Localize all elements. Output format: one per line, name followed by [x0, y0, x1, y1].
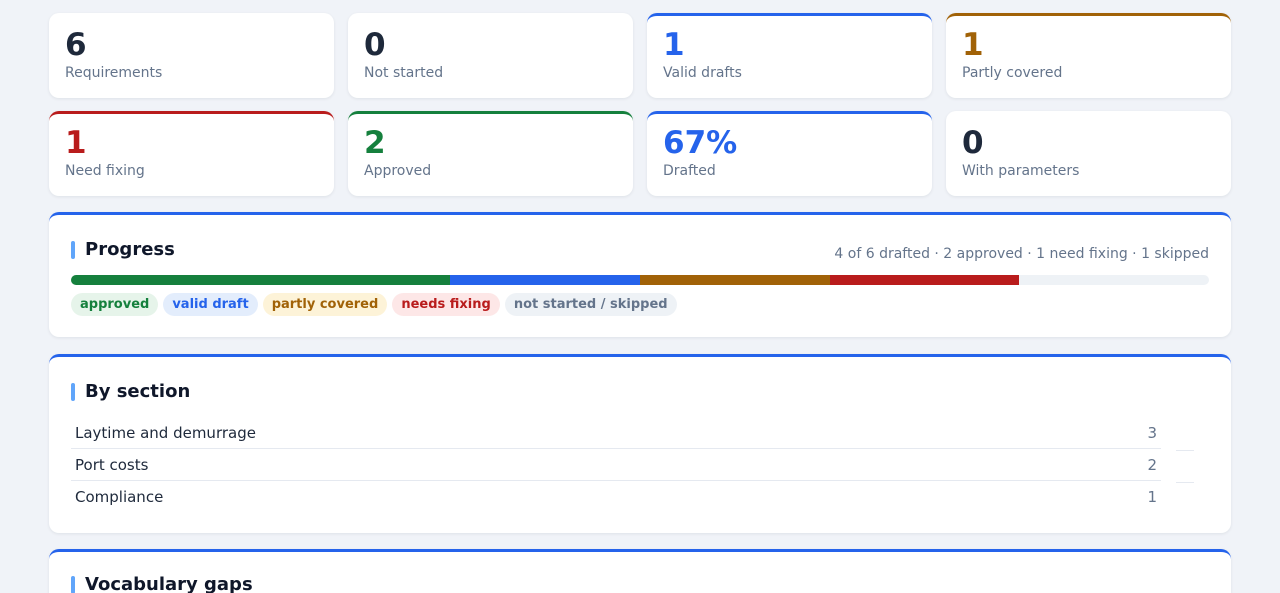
stat-value: 0: [962, 125, 984, 161]
vocabulary-gaps-title: Vocabulary gaps: [71, 574, 253, 593]
stat-label: Approved: [364, 163, 432, 179]
stat-value: 67%: [663, 125, 738, 161]
stat-label: Need fixing: [65, 163, 145, 179]
status-legend: approved valid draft partly covered needs f…: [71, 293, 677, 316]
progress-segment-approved: [71, 275, 451, 285]
stats-grid: 6 Requirements 0 Not started 1 Valid dra…: [49, 13, 1231, 196]
stat-with-parameters: 0 With parameters: [946, 111, 1231, 196]
progress-card: Progress 4 of 6 drafted · 2 approved · 1…: [49, 212, 1231, 337]
stat-label: Drafted: [663, 163, 716, 179]
stat-value: 1: [962, 27, 984, 63]
progress-title: Progress: [71, 239, 175, 260]
section-count: 3: [1147, 423, 1157, 442]
vocabulary-gaps-card: Vocabulary gaps: [49, 549, 1231, 593]
row-divider: [1176, 450, 1194, 451]
stat-value: 0: [364, 27, 386, 63]
section-list: Laytime and demurrage 3 Port costs 2 Com…: [71, 417, 1161, 513]
stat-not-started: 0 Not started: [348, 13, 633, 98]
progress-segment-partly-covered: [639, 275, 830, 285]
stat-need-fixing: 1 Need fixing: [49, 111, 334, 196]
stat-label: Partly covered: [962, 65, 1063, 81]
legend-pill: approved: [71, 293, 159, 316]
section-row[interactable]: Port costs 2: [71, 449, 1161, 481]
legend-pill: partly covered: [262, 293, 388, 316]
progress-summary: 4 of 6 drafted · 2 approved · 1 need fix…: [834, 246, 1209, 262]
row-divider: [1176, 482, 1194, 483]
section-row[interactable]: Compliance 1: [71, 481, 1161, 513]
section-name: Laytime and demurrage: [75, 423, 256, 442]
stat-requirements: 6 Requirements: [49, 13, 334, 98]
stat-label: Not started: [364, 65, 444, 81]
section-count: 2: [1147, 455, 1157, 474]
section-name: Compliance: [75, 488, 164, 506]
section-name: Port costs: [75, 455, 149, 474]
stat-approved: 2 Approved: [348, 111, 633, 196]
progress-bar: [71, 275, 1209, 285]
stat-value: 2: [364, 125, 386, 161]
stat-label: With parameters: [962, 163, 1080, 179]
progress-segment-valid-draft: [450, 275, 640, 285]
section-row[interactable]: Laytime and demurrage 3: [71, 417, 1161, 449]
stat-label: Requirements: [65, 65, 163, 81]
stat-drafted: 67% Drafted: [647, 111, 932, 196]
stat-label: Valid drafts: [663, 65, 742, 81]
stat-value: 1: [65, 125, 87, 161]
stat-partly-covered: 1 Partly covered: [946, 13, 1231, 98]
section-count: 1: [1147, 488, 1157, 506]
stat-value: 1: [663, 27, 685, 63]
legend-pill: valid draft: [163, 293, 258, 316]
legend-pill: not started / skipped: [504, 293, 677, 316]
legend-pill: needs fixing: [392, 293, 500, 316]
by-section-title: By section: [71, 381, 190, 402]
stat-valid-drafts: 1 Valid drafts: [647, 13, 932, 98]
by-section-card: By section Laytime and demurrage 3 Port …: [49, 354, 1231, 533]
progress-segment-needs-fixing: [829, 275, 1020, 285]
stat-value: 6: [65, 27, 87, 63]
